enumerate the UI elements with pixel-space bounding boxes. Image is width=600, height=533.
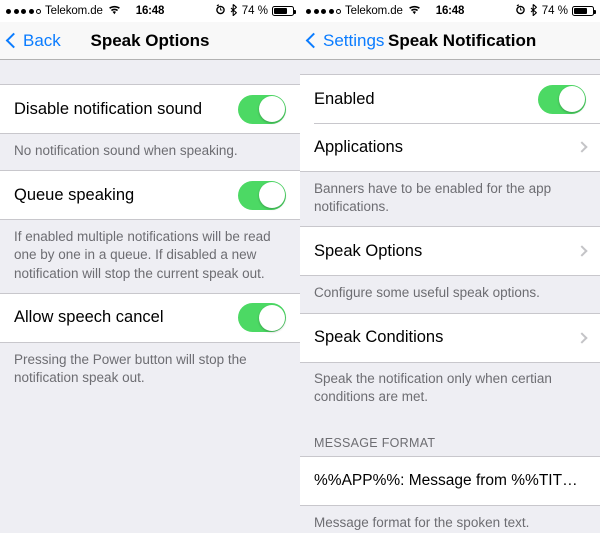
row-speak-conditions[interactable]: Speak Conditions xyxy=(300,314,600,362)
chevron-left-icon xyxy=(5,32,22,49)
row-label: Allow speech cancel xyxy=(14,308,164,327)
row-label: Speak Conditions xyxy=(314,328,444,347)
bluetooth-icon xyxy=(230,3,238,19)
row-queue-speaking[interactable]: Queue speaking xyxy=(0,171,300,219)
row-enabled[interactable]: Enabled xyxy=(300,75,600,123)
footer-message-format-line1: Message format for the spoken text. xyxy=(314,515,530,531)
toggle-queue-speaking[interactable] xyxy=(238,180,286,210)
row-label: Queue speaking xyxy=(14,185,135,204)
wifi-icon xyxy=(108,5,121,18)
status-bar-left-group: Telekom.de xyxy=(306,5,421,18)
nav-bar-right: Settings Speak Notification xyxy=(300,22,600,60)
status-bar-right: Telekom.de 16:48 74 % xyxy=(300,0,600,22)
row-label: Enabled xyxy=(314,89,375,108)
row-applications[interactable]: Applications xyxy=(300,123,600,171)
footer-allow-speech-cancel: Pressing the Power button will stop the … xyxy=(14,351,247,386)
battery-percent-label: 74 % xyxy=(541,5,568,17)
allow-speech-cancel-cell: Allow speech cancel xyxy=(0,292,300,343)
wifi-icon xyxy=(408,5,421,18)
toggle-disable-notification-sound[interactable] xyxy=(238,94,286,124)
back-button[interactable]: Back xyxy=(5,30,61,51)
dual-screenshot-container: Telekom.de 16:48 74 % Back Speak Options… xyxy=(0,0,600,533)
footer-disable-notification-sound: No notification sound when speaking. xyxy=(14,143,238,158)
footer-queue-speaking: If enabled multiple notifications will b… xyxy=(14,229,271,281)
row-disable-notification-sound[interactable]: Disable notification sound xyxy=(0,85,300,133)
disable-notification-sound-cell: Disable notification sound xyxy=(0,84,300,134)
enabled-applications-cell: Enabled Applications xyxy=(300,74,600,172)
row-speak-options[interactable]: Speak Options xyxy=(300,227,600,275)
speak-options-cell: Speak Options xyxy=(300,226,600,277)
carrier-label: Telekom.de xyxy=(45,5,103,17)
toggle-allow-speech-cancel[interactable] xyxy=(238,303,286,333)
chevron-right-icon xyxy=(576,141,588,153)
list-top-spacer xyxy=(300,60,600,74)
carrier-label: Telekom.de xyxy=(345,5,403,17)
list-top-spacer xyxy=(0,60,300,84)
nav-bar-left: Back Speak Options xyxy=(0,22,300,60)
row-allow-speech-cancel[interactable]: Allow speech cancel xyxy=(0,294,300,342)
left-phone-screen: Telekom.de 16:48 74 % Back Speak Options… xyxy=(0,0,300,533)
back-button-label: Settings xyxy=(323,30,385,50)
right-settings-list: Enabled Applications Banners have to be … xyxy=(300,60,600,533)
battery-icon xyxy=(572,6,596,16)
signal-strength-icon xyxy=(306,8,341,14)
row-label: Speak Options xyxy=(314,241,423,260)
footer-applications: Banners have to be enabled for the app n… xyxy=(314,181,552,215)
battery-percent-label: 74 % xyxy=(241,5,268,17)
chevron-right-icon xyxy=(576,245,588,258)
footer-speak-conditions: Speak the notification only when certian… xyxy=(314,370,552,404)
footer-speak-options: Configure some useful speak options. xyxy=(314,285,540,301)
status-bar-left-group: Telekom.de xyxy=(6,5,121,18)
left-settings-list: Disable notification sound No notificati… xyxy=(0,60,300,533)
speak-conditions-cell: Speak Conditions xyxy=(300,312,600,363)
signal-strength-icon xyxy=(6,8,41,14)
section-header-message-format: MESSAGE FORMAT xyxy=(314,436,436,451)
toggle-enabled[interactable] xyxy=(538,84,586,114)
bluetooth-icon xyxy=(530,3,538,19)
queue-speaking-cell: Queue speaking xyxy=(0,170,300,221)
row-message-format[interactable]: %%APP%%: Message from %%TITLE%… xyxy=(300,457,600,505)
right-phone-screen: Telekom.de 16:48 74 % Settings Speak Not… xyxy=(300,0,600,533)
message-format-value: %%APP%%: Message from %%TITLE%… xyxy=(314,472,586,490)
back-button[interactable]: Settings xyxy=(305,30,385,51)
row-label: Applications xyxy=(314,137,403,156)
status-bar-right-group: 74 % xyxy=(215,3,296,19)
message-format-cell: %%APP%%: Message from %%TITLE%… xyxy=(300,456,600,507)
alarm-clock-icon xyxy=(215,4,226,18)
status-bar-right-group: 74 % xyxy=(515,3,596,19)
row-label: Disable notification sound xyxy=(14,99,203,118)
back-button-label: Back xyxy=(23,30,61,50)
chevron-right-icon xyxy=(576,331,588,344)
battery-icon xyxy=(272,6,296,16)
footer-message-format: Message format for the spoken text. Vari… xyxy=(300,506,600,533)
status-bar-left: Telekom.de 16:48 74 % xyxy=(0,0,300,22)
alarm-clock-icon xyxy=(515,4,526,18)
chevron-left-icon xyxy=(305,32,322,49)
